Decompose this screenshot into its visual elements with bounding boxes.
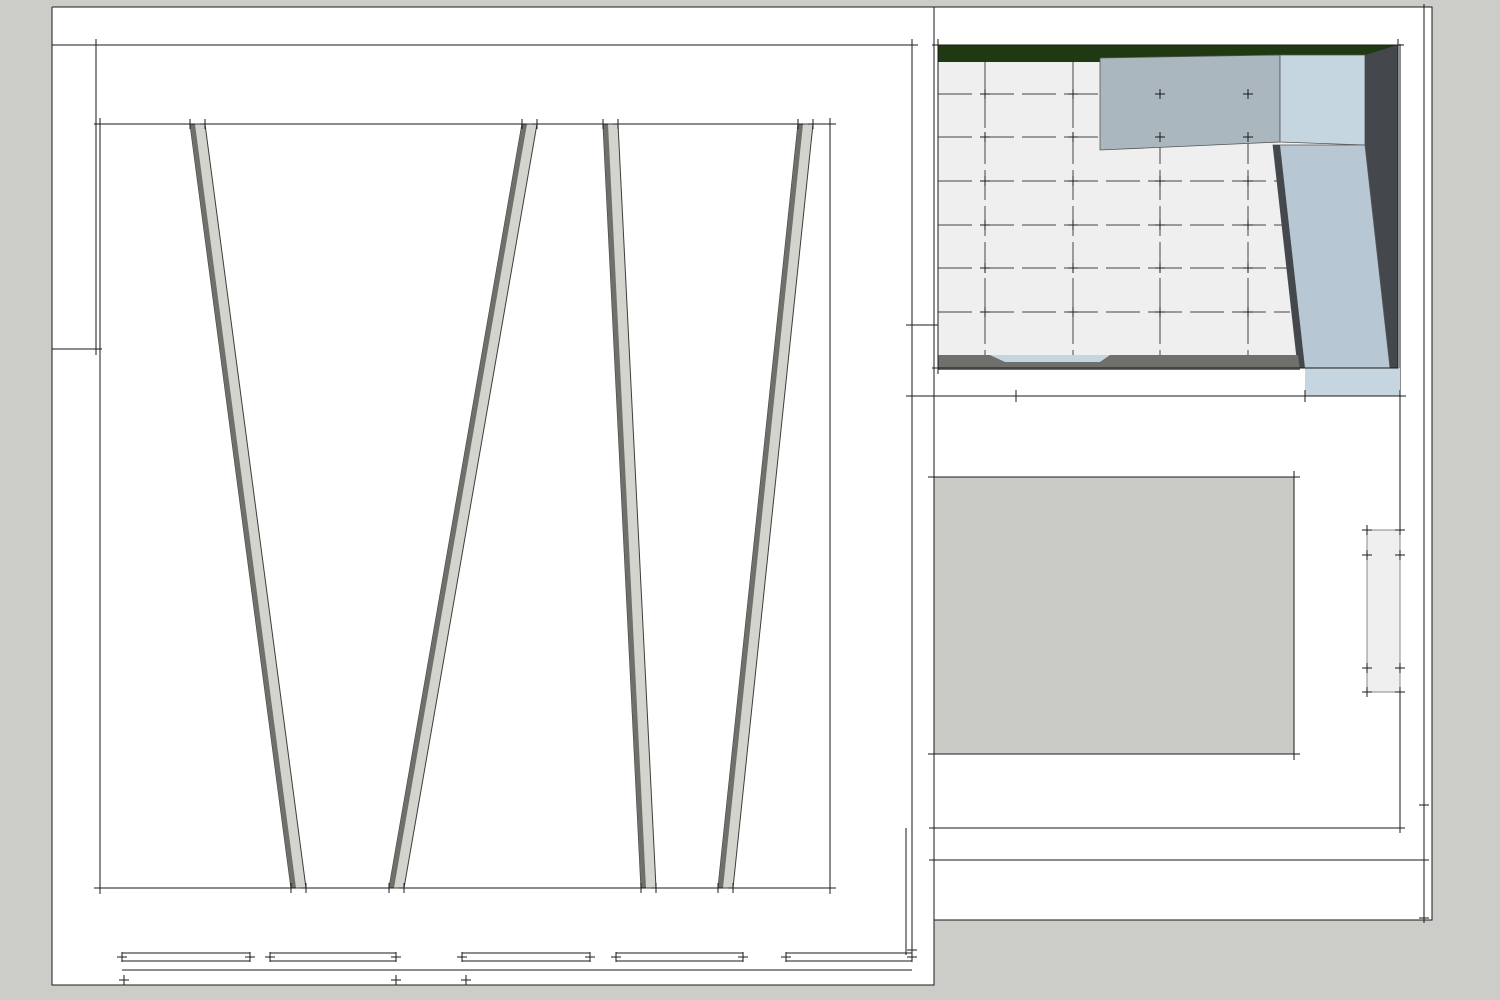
- gray-panel: [933, 476, 1295, 755]
- plan-bottom-light-notch: [990, 355, 1110, 362]
- top-right-plan: [906, 39, 1406, 402]
- technical-drawing: [51, 4, 1433, 986]
- plan-lower-blue-strip: [1305, 368, 1400, 396]
- drawing-canvas: [0, 0, 1500, 1000]
- plan-lightblue-block: [1279, 54, 1366, 146]
- plan-bluegray-block: [1099, 54, 1281, 151]
